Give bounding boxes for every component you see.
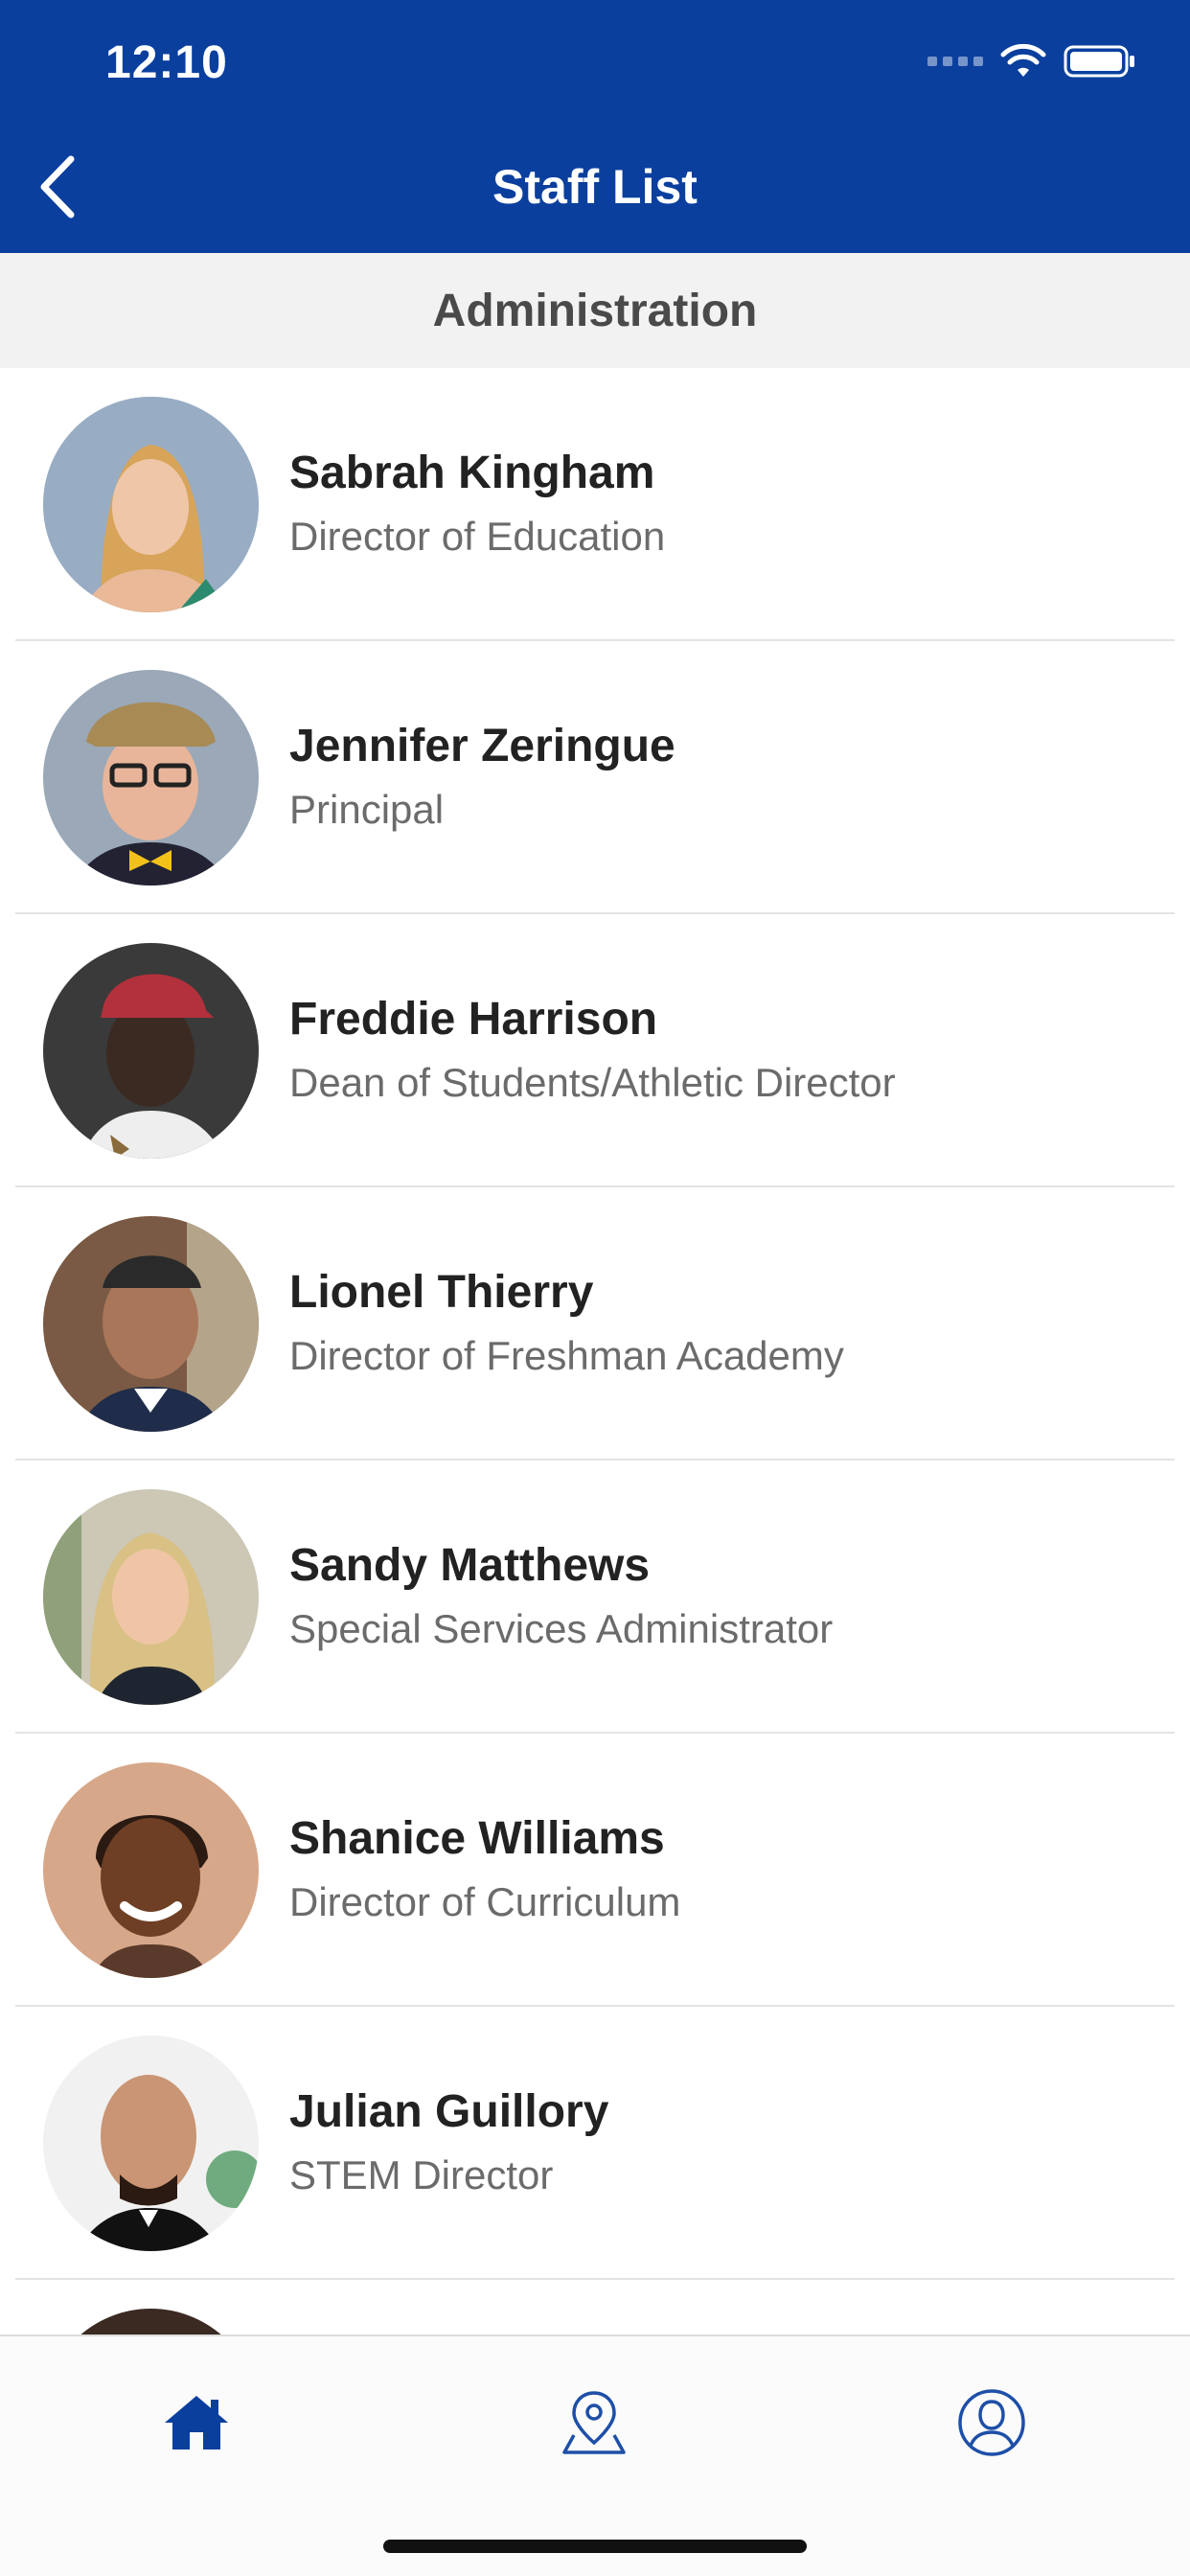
staff-info: Julian Guillory STEM Director xyxy=(289,2083,608,2202)
staff-name: Shanice Williams xyxy=(289,1813,665,1864)
avatar xyxy=(43,943,259,1159)
wifi-icon xyxy=(1000,44,1046,79)
home-indicator xyxy=(383,2540,807,2553)
status-time: 12:10 xyxy=(105,37,228,88)
staff-role: STEM Director xyxy=(289,2152,554,2197)
home-icon xyxy=(165,2396,228,2450)
staff-row[interactable]: Julian Guillory STEM Director xyxy=(0,2007,1190,2280)
avatar xyxy=(43,1762,259,1978)
staff-name: Sandy Matthews xyxy=(289,1540,651,1591)
map-pin-icon xyxy=(562,2391,626,2454)
status-icons xyxy=(927,44,1136,79)
tab-map[interactable] xyxy=(546,2375,642,2471)
staff-info: Sandy Matthews Special Services Administ… xyxy=(289,1537,833,1656)
staff-list: Sabrah Kingham Director of Education Jen… xyxy=(0,368,1190,2553)
staff-role: Director of Education xyxy=(289,514,666,559)
staff-name: Freddie Harrison xyxy=(289,994,658,1045)
tab-profile[interactable] xyxy=(944,2375,1040,2471)
staff-info: Shanice Williams Director of Curriculum xyxy=(289,1810,680,1929)
avatar xyxy=(43,670,259,886)
staff-row[interactable]: Sandy Matthews Special Services Administ… xyxy=(0,1460,1190,1734)
staff-info: Sabrah Kingham Director of Education xyxy=(289,445,665,564)
staff-name: Lionel Thierry xyxy=(289,1267,594,1318)
staff-name: Sabrah Kingham xyxy=(289,448,655,498)
cellular-signal-icon xyxy=(927,57,983,66)
staff-row[interactable]: Lionel Thierry Director of Freshman Acad… xyxy=(0,1187,1190,1460)
staff-role: Director of Freshman Academy xyxy=(289,1333,844,1378)
staff-role: Principal xyxy=(289,787,445,832)
staff-row[interactable]: Shanice Williams Director of Curriculum xyxy=(0,1734,1190,2007)
avatar xyxy=(43,1216,259,1432)
battery-icon xyxy=(1064,44,1136,79)
staff-list-screen: 12:10 Staff List Administration Sabrah K… xyxy=(0,0,1190,2576)
staff-role: Dean of Students/Athletic Director xyxy=(289,1060,896,1105)
staff-info: Jennifer Zeringue Principal xyxy=(289,718,675,837)
staff-name: Julian Guillory xyxy=(289,2086,609,2137)
staff-info: Freddie Harrison Dean of Students/Athlet… xyxy=(289,991,896,1110)
section-header: Administration xyxy=(0,253,1190,368)
avatar xyxy=(43,397,259,612)
avatar xyxy=(43,2036,259,2251)
staff-info: Lionel Thierry Director of Freshman Acad… xyxy=(289,1264,844,1383)
staff-row[interactable]: Sabrah Kingham Director of Education xyxy=(0,368,1190,641)
top-bar: 12:10 Staff List xyxy=(0,0,1190,253)
staff-role: Special Services Administrator xyxy=(289,1606,834,1651)
staff-role: Director of Curriculum xyxy=(289,1879,681,1924)
page-title: Staff List xyxy=(492,160,698,214)
profile-icon xyxy=(958,2389,1025,2456)
tab-home[interactable] xyxy=(149,2375,244,2471)
staff-name: Jennifer Zeringue xyxy=(289,721,675,771)
staff-row[interactable]: Jennifer Zeringue Principal xyxy=(0,641,1190,914)
avatar xyxy=(43,1489,259,1705)
staff-row[interactable]: Freddie Harrison Dean of Students/Athlet… xyxy=(0,914,1190,1187)
